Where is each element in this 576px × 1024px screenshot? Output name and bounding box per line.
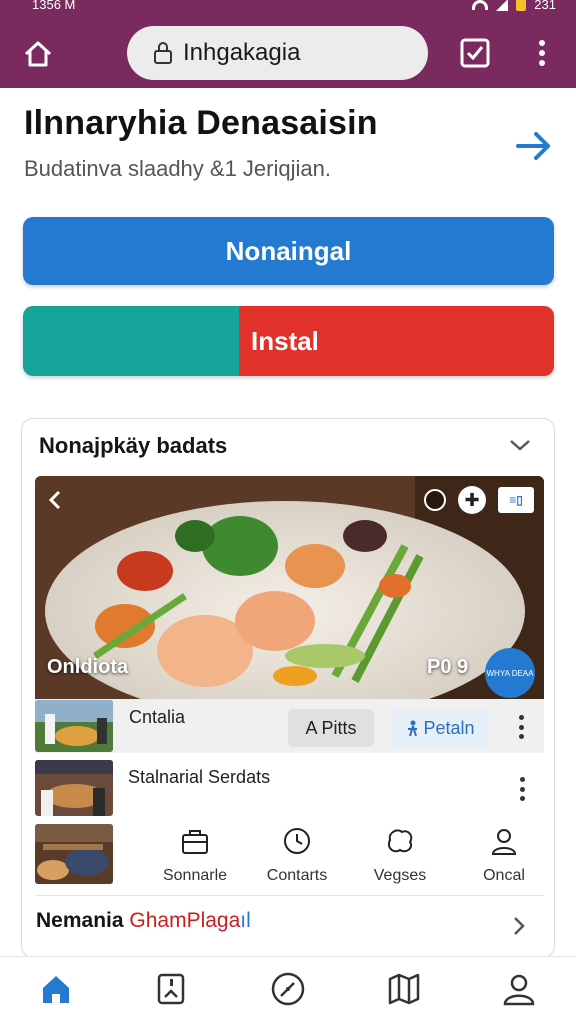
page-subtitle: Budatinva slaadhy &1 Jeriqjian. (24, 156, 331, 181)
forward-button[interactable] (514, 128, 554, 164)
collapse-button[interactable] (508, 435, 532, 455)
home-button[interactable] (18, 34, 58, 74)
leaf-icon (355, 823, 445, 859)
profile-icon (503, 974, 535, 1006)
status-indicators: 231 (472, 0, 556, 12)
content-card: Nonajpkäy badats ✚ ≡▯ Onldiota P0 9 WHYA… (21, 418, 555, 958)
overflow-menu-button[interactable] (528, 38, 556, 68)
explore-icon (271, 972, 305, 1006)
action-label: Vegses (373, 867, 427, 884)
chevron-down-icon (510, 440, 530, 451)
briefcase-icon (150, 823, 240, 859)
action-sonnarle[interactable]: Sonnarle (150, 823, 240, 885)
wifi-icon (472, 0, 489, 10)
lock-icon (153, 41, 173, 65)
status-bar: 1356 M 231 (0, 0, 576, 14)
action-label: Contarts (266, 867, 328, 884)
primary-button[interactable]: Nonaingal (23, 217, 554, 285)
map-icon (388, 973, 420, 1005)
app-bar: 1356 M 231 Inhgakagia (0, 0, 576, 88)
person-icon (459, 823, 549, 859)
list-item-label: Cntalia (129, 707, 186, 727)
add-icon[interactable]: ✚ (458, 486, 486, 514)
battery-label: 231 (534, 0, 556, 12)
action-pill[interactable]: A Pitts (288, 709, 374, 747)
action-pill-blue[interactable]: Petaln (391, 709, 489, 747)
action-label: Sonnarle (162, 867, 228, 884)
nav-explore[interactable] (266, 969, 310, 1009)
thumbnail (35, 824, 113, 884)
more-options-icon[interactable] (518, 777, 526, 801)
gallery-icon[interactable]: ≡▯ (498, 487, 534, 513)
action-contarts[interactable]: Contarts (252, 823, 342, 885)
hero-back-button[interactable] (45, 488, 65, 512)
kebab-icon (539, 40, 545, 66)
signal-icon (496, 0, 509, 11)
home-icon (24, 41, 52, 67)
related-link-part1: Nemania (36, 909, 124, 932)
related-link-part3: ıl (240, 909, 251, 932)
nav-profile[interactable] (497, 969, 541, 1009)
record-icon[interactable] (424, 489, 446, 511)
install-button[interactable]: Instal (23, 306, 554, 376)
bottom-navigation (0, 956, 576, 1024)
hero-count: P0 9 (427, 656, 469, 678)
card-title: Nonajpkäy badats (39, 433, 228, 458)
hero-caption: Onldiota (47, 656, 129, 678)
tabs-button[interactable] (458, 36, 492, 70)
more-options-icon[interactable] (517, 715, 525, 739)
url-bar[interactable]: Inhgakagia (127, 26, 428, 80)
action-pill-label: Petaln (423, 717, 475, 738)
url-text: Inhgakagia (183, 39, 301, 66)
hero-image[interactable]: ✚ ≡▯ Onldiota P0 9 WHYA DEAA (35, 476, 544, 699)
thumbnail (35, 700, 113, 752)
action-vegses[interactable]: Vegses (355, 823, 445, 885)
bookmark-icon (157, 973, 185, 1005)
list-item-label: Stalnarial Serdats (128, 767, 271, 787)
nav-map[interactable] (382, 969, 426, 1009)
status-time: 1356 M (32, 0, 76, 12)
thumbnail (35, 760, 113, 816)
hero-actions: ✚ ≡▯ (424, 486, 534, 514)
related-link-part2: GhamPlaga (129, 909, 241, 932)
chevron-right-icon[interactable] (512, 915, 526, 937)
battery-icon (516, 0, 527, 11)
chevron-left-icon (48, 490, 61, 510)
action-oncal[interactable]: Oncal (459, 823, 549, 885)
related-link[interactable]: Nemania GhamPlagaıl (36, 909, 251, 933)
compass-icon (252, 823, 342, 859)
page-title: Ilnnaryhia Denasaisin (24, 104, 378, 142)
list-item[interactable]: Cntalia A Pitts Petaln (35, 699, 544, 753)
person-walk-icon (408, 720, 418, 736)
action-label: Oncal (483, 867, 525, 884)
divider (35, 895, 544, 896)
nav-home[interactable] (34, 969, 78, 1009)
install-button-label: Instal (239, 306, 554, 376)
arrow-right-icon (516, 132, 550, 160)
checkbox-icon (460, 38, 490, 68)
home-icon (43, 976, 69, 1003)
hero-badge[interactable]: WHYA DEAA (485, 648, 535, 698)
install-button-accent (23, 306, 239, 376)
nav-bookmarks[interactable] (149, 969, 193, 1009)
